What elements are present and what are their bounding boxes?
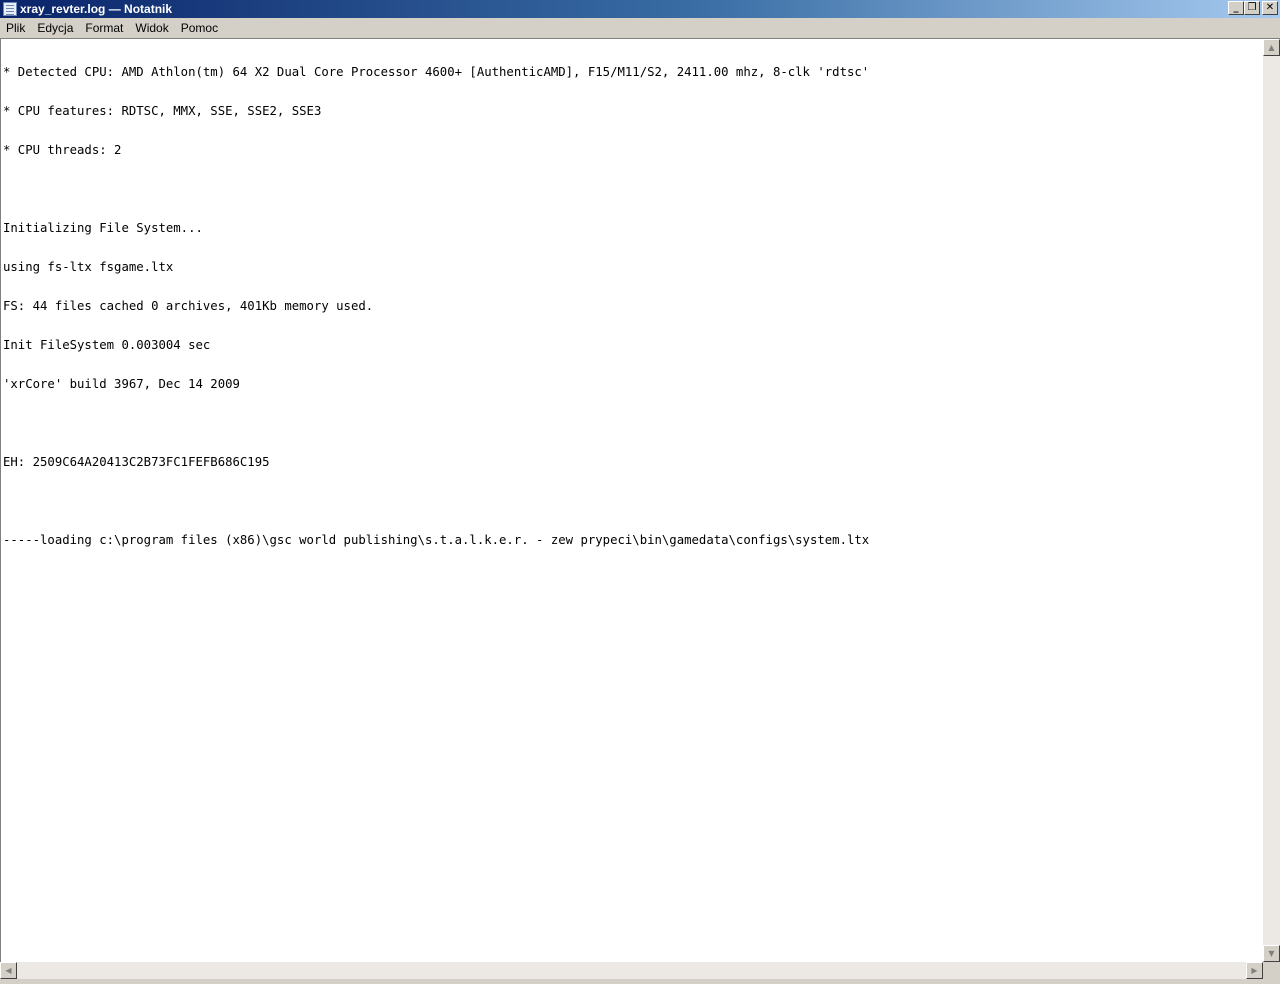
menu-pomoc[interactable]: Pomoc — [175, 21, 224, 35]
text-line: FS: 44 files cached 0 archives, 401Kb me… — [3, 299, 374, 313]
scroll-left-icon[interactable]: ◀ — [0, 962, 17, 979]
maximize-button[interactable]: ❐ — [1244, 1, 1260, 15]
menu-bar: Plik Edycja Format Widok Pomoc — [0, 18, 1280, 37]
scroll-down-icon[interactable]: ▼ — [1263, 945, 1280, 962]
text-editor[interactable]: * Detected CPU: AMD Athlon(tm) 64 X2 Dua… — [0, 38, 1280, 962]
notepad-icon[interactable] — [3, 2, 17, 16]
text-line: Init FileSystem 0.003004 sec — [3, 338, 211, 352]
scroll-up-icon[interactable]: ▲ — [1263, 39, 1280, 56]
window-controls: _ ❐ ✕ — [1228, 1, 1278, 15]
close-button[interactable]: ✕ — [1262, 1, 1278, 15]
title-bar[interactable]: xray_revter.log — Notatnik _ ❐ ✕ — [0, 0, 1280, 18]
menu-plik[interactable]: Plik — [0, 21, 31, 35]
window-title: xray_revter.log — Notatnik — [20, 2, 173, 16]
text-line — [3, 417, 1261, 430]
vertical-scrollbar[interactable]: ▲ ▼ — [1263, 39, 1280, 962]
text-line — [3, 495, 1261, 508]
text-line: -----loading c:\program files (x86)\gsc … — [3, 533, 870, 547]
document-text[interactable]: * Detected CPU: AMD Athlon(tm) 64 X2 Dua… — [3, 40, 1261, 960]
notepad-window: xray_revter.log — Notatnik _ ❐ ✕ Plik Ed… — [0, 0, 1280, 984]
scroll-right-icon[interactable]: ▶ — [1246, 962, 1263, 979]
menu-edycja[interactable]: Edycja — [31, 21, 79, 35]
text-line: using fs-ltx fsgame.ltx — [3, 260, 174, 274]
text-line: 'xrCore' build 3967, Dec 14 2009 — [3, 377, 240, 391]
text-line: * Detected CPU: AMD Athlon(tm) 64 X2 Dua… — [3, 65, 870, 79]
window-bottom-border — [0, 979, 1280, 984]
text-line: EH: 2509C64A20413C2B73FC1FEFB686C195 — [3, 455, 270, 469]
text-line — [3, 183, 1261, 196]
text-line: * CPU features: RDTSC, MMX, SSE, SSE2, S… — [3, 104, 322, 118]
menu-format[interactable]: Format — [79, 21, 129, 35]
horizontal-scrollbar[interactable]: ◀ ▶ — [0, 962, 1263, 979]
text-line: Initializing File System... — [3, 221, 203, 235]
size-grip[interactable] — [1263, 962, 1280, 979]
menu-widok[interactable]: Widok — [129, 21, 174, 35]
minimize-button[interactable]: _ — [1228, 1, 1244, 15]
text-line: * CPU threads: 2 — [3, 143, 122, 157]
